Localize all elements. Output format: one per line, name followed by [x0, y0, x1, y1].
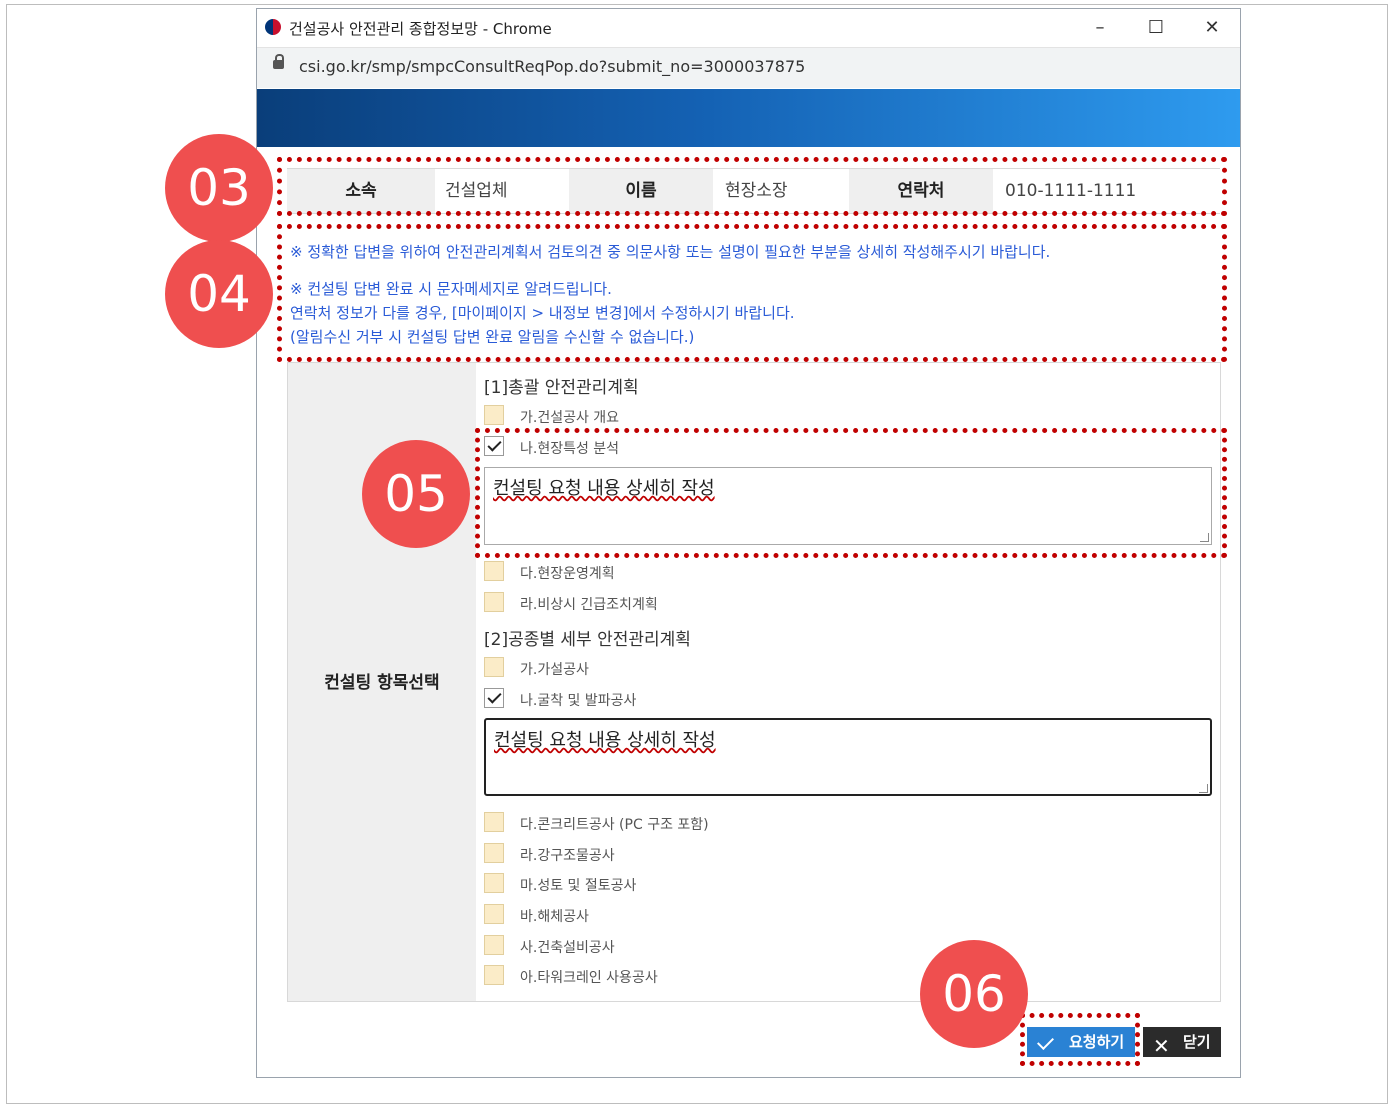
close-button-label: 닫기: [1183, 1033, 1211, 1051]
annotation-box-03: [277, 157, 1227, 216]
checkbox-label: 마.성토 및 절토공사: [520, 878, 637, 894]
url-text[interactable]: csi.go.kr/smp/smpcConsultReqPop.do?submi…: [299, 57, 805, 76]
annotation-box-06: [1020, 1013, 1140, 1066]
maximize-button[interactable]: ☐: [1133, 13, 1179, 43]
checkbox-item1-1[interactable]: [484, 405, 504, 425]
address-bar[interactable]: csi.go.kr/smp/smpcConsultReqPop.do?submi…: [257, 48, 1240, 88]
checkbox-label: 바.해체공사: [520, 909, 589, 925]
resize-grip-icon[interactable]: [1199, 784, 1208, 793]
section-2-title: [2]공종별 세부 안전관리계획: [484, 630, 691, 650]
title-bar: 건설공사 안전관리 종합정보망 - Chrome – ☐ ✕: [257, 9, 1240, 48]
close-icon: ✕: [1153, 1034, 1170, 1058]
checkbox-item2-8[interactable]: [484, 965, 504, 985]
checkbox-label: 라.비상시 긴급조치계획: [520, 597, 658, 613]
checkbox-item2-4[interactable]: [484, 843, 504, 863]
checkbox-item2-5[interactable]: [484, 873, 504, 893]
checkbox-label: 나.굴착 및 발파공사: [520, 693, 637, 709]
consulting-item-select-label: 컨설팅 항목선택: [324, 673, 440, 693]
annotation-box-04: [277, 224, 1227, 362]
checkbox-label: 라.강구조물공사: [520, 848, 615, 864]
checkbox-label: 가.가설공사: [520, 662, 589, 678]
taegeuk-logo-icon: [265, 19, 281, 35]
badge-04: 04: [165, 240, 273, 348]
minimize-button[interactable]: –: [1077, 13, 1123, 43]
close-button[interactable]: ✕ 닫기: [1143, 1027, 1221, 1058]
section-1-title: [1]총괄 안전관리계획: [484, 378, 639, 398]
checkbox-label: 사.건축설비공사: [520, 940, 615, 956]
lock-icon: [273, 54, 284, 69]
checkbox-label: 다.콘크리트공사 (PC 구조 포함): [520, 817, 709, 833]
checkbox-item2-6[interactable]: [484, 904, 504, 924]
checkbox-label: 다.현장운영계획: [520, 566, 615, 582]
checkbox-item2-3[interactable]: [484, 812, 504, 832]
checkbox-item2-7[interactable]: [484, 935, 504, 955]
badge-06: 06: [920, 940, 1028, 1048]
checkbox-label: 아.타워크레인 사용공사: [520, 970, 658, 986]
checkbox-item2-2[interactable]: [484, 688, 504, 708]
window-title: 건설공사 안전관리 종합정보망 - Chrome: [289, 20, 552, 38]
badge-05: 05: [362, 440, 470, 548]
checkbox-item2-1[interactable]: [484, 657, 504, 677]
close-window-button[interactable]: ✕: [1189, 13, 1235, 43]
annotation-box-05: [475, 428, 1227, 558]
badge-03: 03: [165, 134, 273, 242]
checkbox-item1-4[interactable]: [484, 592, 504, 612]
checkbox-label: 가.건설공사 개요: [520, 410, 620, 426]
header-banner: [257, 89, 1240, 147]
checkbox-item1-3[interactable]: [484, 561, 504, 581]
request-detail-textarea-2[interactable]: 컨설팅 요청 내용 상세히 작성: [484, 718, 1212, 796]
